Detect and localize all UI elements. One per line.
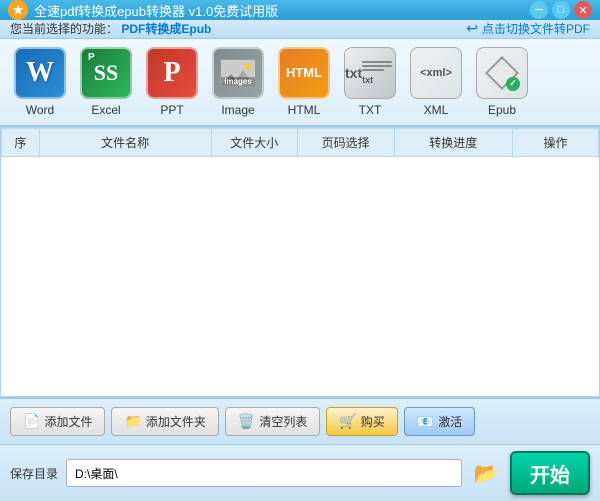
start-button[interactable]: 开始 xyxy=(510,451,590,495)
word-type-button[interactable]: Word xyxy=(10,47,70,117)
file-table-container: 序 文件名称 文件大小 页码选择 转换进度 操作 xyxy=(0,127,600,398)
xml-type-button[interactable]: XML xyxy=(406,47,466,117)
app-window: ★ 全速pdf转换成epub转换器 v1.0免费试用版 ─ □ ✕ 您当前选择的… xyxy=(0,0,600,501)
window-controls: ─ □ ✕ xyxy=(530,1,592,19)
switch-label: 点击切换文件转PDF xyxy=(482,20,590,37)
toolbar: 您当前选择的功能： PDF转换成Epub ↩ 点击切换文件转PDF xyxy=(0,20,600,39)
image-label: Image xyxy=(221,103,254,117)
clear-list-icon: 🗑️ xyxy=(238,413,255,430)
epub-icon: ✓ xyxy=(476,47,528,99)
buy-label: 购买 xyxy=(361,413,385,430)
bottom-bar: 📄 添加文件 📁 添加文件夹 🗑️ 清空列表 🛒 购买 📧 激活 xyxy=(0,397,600,444)
excel-type-button[interactable]: S P Excel xyxy=(76,47,136,117)
conversion-type-selector: Word S P Excel PPT images xyxy=(0,39,600,127)
file-table: 序 文件名称 文件大小 页码选择 转换进度 操作 xyxy=(1,128,599,397)
ppt-type-button[interactable]: PPT xyxy=(142,47,202,117)
html-type-button[interactable]: HTML xyxy=(274,47,334,117)
table-empty-row xyxy=(2,156,599,396)
title-bar: ★ 全速pdf转换成epub转换器 v1.0免费试用版 ─ □ ✕ xyxy=(0,0,600,20)
maximize-button[interactable]: □ xyxy=(552,1,570,19)
empty-cell xyxy=(2,156,599,396)
activate-label: 激活 xyxy=(438,413,462,430)
switch-icon: ↩ xyxy=(466,20,478,37)
add-file-icon: 📄 xyxy=(23,413,40,430)
add-file-label: 添加文件 xyxy=(44,413,92,430)
epub-label: Epub xyxy=(488,103,516,117)
current-function-value: PDF转换成Epub xyxy=(121,22,211,36)
col-progress: 转换进度 xyxy=(394,128,512,156)
buy-icon: 🛒 xyxy=(339,413,356,430)
add-folder-icon: 📁 xyxy=(124,413,141,430)
word-icon xyxy=(14,47,66,99)
add-file-button[interactable]: 📄 添加文件 xyxy=(10,407,105,436)
col-action: 操作 xyxy=(512,128,598,156)
html-label: HTML xyxy=(288,103,321,117)
title-bar-left: ★ 全速pdf转换成epub转换器 v1.0免费试用版 xyxy=(8,0,278,20)
image-icon: images xyxy=(212,47,264,99)
activate-icon: 📧 xyxy=(417,413,434,430)
sun-shape xyxy=(244,63,251,70)
app-logo: ★ xyxy=(8,0,28,20)
app-title: 全速pdf转换成epub转换器 v1.0免费试用版 xyxy=(34,1,278,20)
col-pagesel: 页码选择 xyxy=(297,128,394,156)
epub-inner: ✓ xyxy=(484,55,520,91)
action-buttons: 📄 添加文件 📁 添加文件夹 🗑️ 清空列表 🛒 购买 📧 激活 xyxy=(10,407,590,436)
browse-folder-button[interactable]: 📂 xyxy=(470,459,502,487)
xml-label: XML xyxy=(424,103,449,117)
txt-icon: txt xyxy=(344,47,396,99)
col-filesize: 文件大小 xyxy=(211,128,297,156)
images-text: images xyxy=(221,77,255,86)
save-path-input[interactable] xyxy=(66,459,462,487)
clear-list-label: 清空列表 xyxy=(259,413,307,430)
folder-open-icon: 📂 xyxy=(474,461,499,486)
table-header-row: 序 文件名称 文件大小 页码选择 转换进度 操作 xyxy=(2,128,599,156)
switch-button[interactable]: ↩ 点击切换文件转PDF xyxy=(466,20,590,37)
xml-icon xyxy=(410,47,462,99)
add-folder-label: 添加文件夹 xyxy=(146,413,206,430)
html-icon xyxy=(278,47,330,99)
epub-type-button[interactable]: ✓ Epub xyxy=(472,47,532,117)
txt-type-button[interactable]: txt TXT xyxy=(340,47,400,117)
content-section: 序 文件名称 文件大小 页码选择 转换进度 操作 xyxy=(0,127,600,398)
table-header: 序 文件名称 文件大小 页码选择 转换进度 操作 xyxy=(2,128,599,156)
activate-button[interactable]: 📧 激活 xyxy=(404,407,475,436)
logo-icon: ★ xyxy=(13,3,24,17)
ppt-label: PPT xyxy=(160,103,183,117)
excel-label: Excel xyxy=(91,103,120,117)
image-placeholder: images xyxy=(220,59,256,87)
save-dir-label: 保存目录 xyxy=(10,465,58,482)
ppt-icon xyxy=(146,47,198,99)
buy-button[interactable]: 🛒 购买 xyxy=(326,407,397,436)
clear-list-button[interactable]: 🗑️ 清空列表 xyxy=(225,407,320,436)
current-function-label: 您当前选择的功能： PDF转换成Epub xyxy=(10,20,211,37)
add-folder-button[interactable]: 📁 添加文件夹 xyxy=(111,407,218,436)
txt-label: TXT xyxy=(359,103,382,117)
col-index: 序 xyxy=(2,128,40,156)
close-button[interactable]: ✕ xyxy=(574,1,592,19)
image-type-button[interactable]: images Image xyxy=(208,47,268,117)
excel-icon: S P xyxy=(80,47,132,99)
word-label: Word xyxy=(26,103,54,117)
col-filename: 文件名称 xyxy=(39,128,211,156)
minimize-button[interactable]: ─ xyxy=(530,1,548,19)
function-prefix: 您当前选择的功能： xyxy=(10,22,118,36)
table-body xyxy=(2,156,599,396)
save-start-row: 保存目录 📂 开始 xyxy=(0,444,600,501)
